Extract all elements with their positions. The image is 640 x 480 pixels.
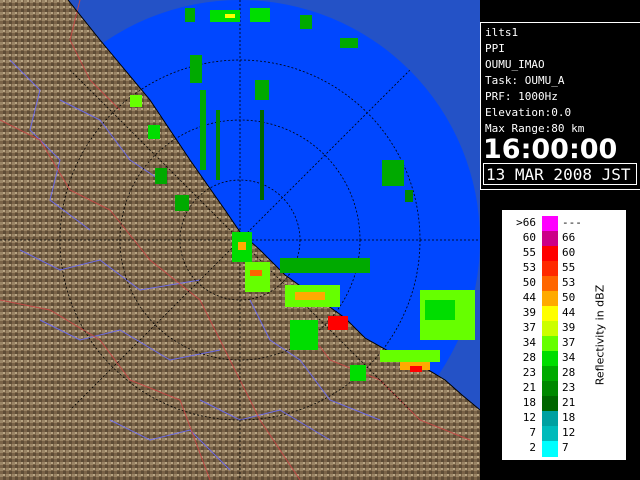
legend-swatch (542, 336, 558, 352)
legend-high-label: 21 (562, 396, 576, 409)
task-name: Task: OUMU_A (485, 74, 565, 87)
legend-high-label: 55 (562, 261, 576, 274)
legend-low-label: 53 (522, 261, 536, 274)
legend-high-label: 7 (562, 441, 569, 454)
legend-high-label: 12 (562, 426, 576, 439)
legend-low-label: 23 (522, 366, 536, 379)
elevation-value: Elevation:0.0 (485, 106, 572, 119)
legend-high-label: --- (562, 216, 582, 229)
site-name: OUMU_IMAO (485, 58, 545, 71)
legend-high-label: 39 (562, 321, 576, 334)
legend-swatch (542, 306, 558, 322)
radar-name: ilts1 (485, 26, 519, 39)
legend-low-label: 34 (522, 336, 536, 349)
legend-high-label: 34 (562, 351, 576, 364)
legend-low-label: 2 (529, 441, 536, 454)
legend-high-label: 18 (562, 411, 576, 424)
legend-low-label: >66 (516, 216, 536, 229)
legend-high-label: 44 (562, 306, 576, 319)
legend-swatch (542, 216, 558, 232)
prf-value: PRF: 1000Hz (485, 90, 558, 103)
legend-swatch (542, 291, 558, 307)
observation-date: 13 MAR 2008 JST (483, 163, 637, 185)
legend-swatch (542, 396, 558, 412)
legend-low-label: 12 (522, 411, 536, 424)
legend-swatch (542, 321, 558, 337)
observation-time: 16:00:00 (483, 134, 618, 165)
legend-swatch (542, 366, 558, 382)
legend-low-label: 39 (522, 306, 536, 319)
legend-swatch (542, 411, 558, 427)
legend-swatch (542, 246, 558, 262)
legend-swatch (542, 231, 558, 247)
legend-swatch (542, 351, 558, 367)
radar-info-panel: ilts1 PPI OUMU_IMAO Task: OUMU_A PRF: 10… (480, 22, 640, 190)
legend-swatch (542, 426, 558, 442)
legend-swatch (542, 441, 558, 457)
legend-low-label: 37 (522, 321, 536, 334)
legend-low-label: 44 (522, 291, 536, 304)
legend-high-label: 53 (562, 276, 576, 289)
scan-mode: PPI (485, 42, 505, 55)
legend-swatch (542, 381, 558, 397)
legend-title: Reflectivity in dBZ (593, 284, 607, 386)
legend-low-label: 7 (529, 426, 536, 439)
legend-low-label: 18 (522, 396, 536, 409)
legend-low-label: 50 (522, 276, 536, 289)
legend-high-label: 60 (562, 246, 576, 259)
legend-high-label: 66 (562, 231, 576, 244)
reflectivity-legend: >66 --- 60 66 55 60 53 55 50 53 44 50 39 44 37 39 34 37 28… (500, 208, 628, 462)
legend-low-label: 21 (522, 381, 536, 394)
legend-low-label: 55 (522, 246, 536, 259)
legend-high-label: 28 (562, 366, 576, 379)
legend-high-label: 23 (562, 381, 576, 394)
legend-high-label: 37 (562, 336, 576, 349)
legend-low-label: 28 (522, 351, 536, 364)
legend-swatch (542, 261, 558, 277)
legend-high-label: 50 (562, 291, 576, 304)
legend-low-label: 60 (522, 231, 536, 244)
legend-swatch (542, 276, 558, 292)
